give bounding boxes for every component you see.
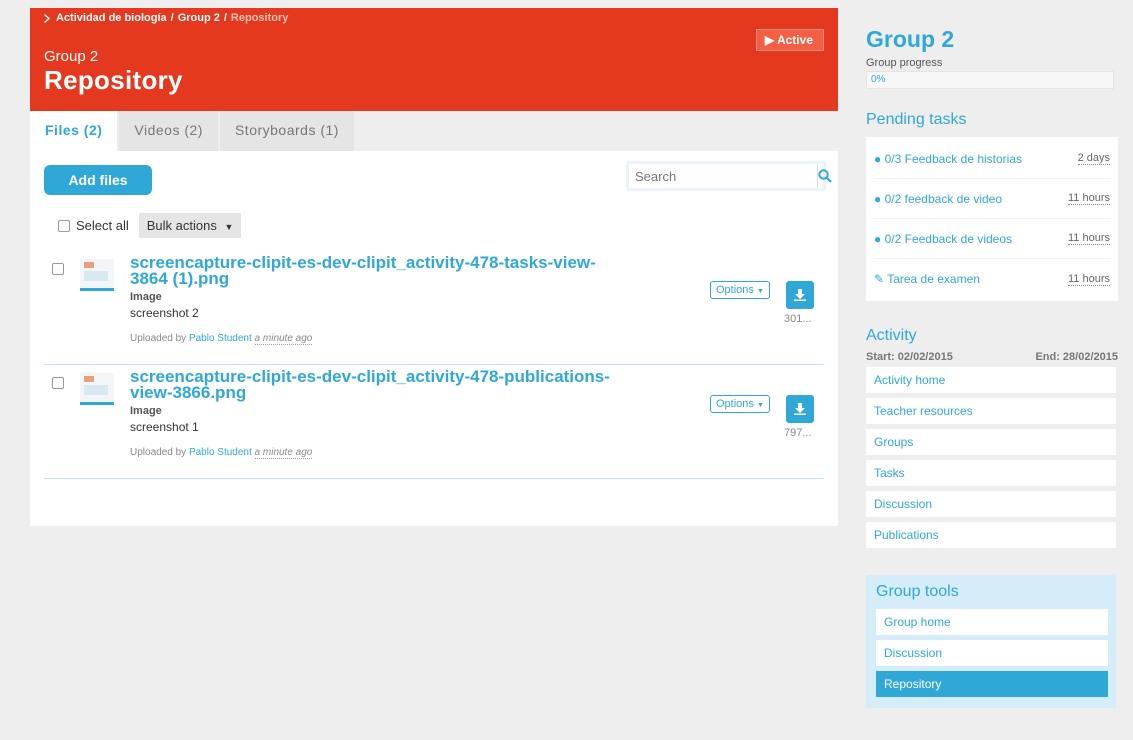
sidebar-item-activity-home[interactable]: Activity home (866, 367, 1116, 393)
tool-repository[interactable]: Repository (876, 671, 1108, 697)
caret-down-icon: ▼ (224, 222, 234, 232)
search-box (626, 161, 832, 191)
file-size: 301... (784, 313, 812, 325)
file-type: Image (130, 291, 162, 303)
upload-time: a minute ago (254, 447, 313, 459)
status-badge: ▶ Active (755, 29, 824, 51)
files-toolbar: Add files Select all Bulk actions ▼ (30, 151, 838, 251)
file-thumbnail[interactable] (80, 373, 114, 405)
select-all-label: Select all (76, 218, 129, 233)
comment-icon: ● (874, 151, 882, 166)
file-name-link[interactable]: screencapture-clipit-es-dev-clipit_activ… (130, 368, 630, 401)
group-progress-bar: 0% (866, 71, 1114, 89)
add-files-button[interactable]: Add files (44, 165, 152, 195)
bulk-actions-label: Bulk actions (146, 218, 217, 233)
download-icon (794, 289, 806, 301)
activity-dates: Start: 02/02/2015 End: 28/02/2015 (866, 351, 1118, 363)
edit-icon: ✎ (874, 272, 885, 286)
task-due: 11 hours (1068, 192, 1110, 205)
activity-end: End: 28/02/2015 (1035, 351, 1118, 363)
file-row: screencapture-clipit-es-dev-clipit_activ… (44, 365, 824, 479)
uploader-link[interactable]: Pablo Student (189, 333, 252, 344)
tab-storyboards[interactable]: Storyboards (1) (219, 111, 354, 151)
page-subtitle: Group 2 (44, 48, 99, 65)
file-description: screenshot 2 (130, 306, 199, 320)
search-icon (818, 169, 832, 183)
file-thumbnail[interactable] (80, 259, 114, 291)
file-checkbox[interactable] (52, 377, 64, 389)
activity-heading: Activity (866, 327, 917, 344)
pending-tasks-heading: Pending tasks (866, 111, 967, 128)
task-due: 11 hours (1068, 232, 1110, 245)
sidebar-item-publications[interactable]: Publications (866, 522, 1116, 548)
progress-value: 0% (871, 74, 886, 85)
task-item[interactable]: ● 0/2 feedback de video 11 hours (874, 179, 1110, 219)
task-item[interactable]: ● 0/3 Feedback de historias 2 days (874, 139, 1110, 179)
progress-label: Group progress (866, 57, 943, 69)
options-button[interactable]: Options ▼ (710, 281, 770, 299)
comment-icon: ● (874, 191, 882, 206)
group-tools-panel: Group tools Group home Discussion Reposi… (866, 575, 1116, 708)
page-title: Repository (44, 65, 183, 95)
file-type: Image (130, 405, 162, 417)
main-panel: Actividad de biología / Group 2 / Reposi… (30, 8, 838, 526)
pending-tasks-list: ● 0/3 Feedback de historias 2 days ● 0/2… (866, 137, 1118, 301)
comment-icon: ● (874, 231, 882, 246)
task-due: 11 hours (1068, 272, 1110, 286)
status-label: Active (776, 33, 813, 47)
file-meta: Uploaded by Pablo Student a minute ago (130, 447, 313, 459)
tool-discussion[interactable]: Discussion (876, 640, 1108, 666)
activity-start: Start: 02/02/2015 (866, 351, 953, 363)
file-meta: Uploaded by Pablo Student a minute ago (130, 333, 313, 345)
options-button[interactable]: Options ▼ (710, 395, 770, 413)
breadcrumb-current: Repository (230, 12, 289, 24)
upload-time: a minute ago (254, 333, 313, 345)
uploader-link[interactable]: Pablo Student (189, 447, 252, 458)
file-name-link[interactable]: screencapture-clipit-es-dev-clipit_activ… (130, 254, 630, 287)
chevron-right-icon (44, 13, 50, 23)
breadcrumb: Actividad de biología / Group 2 / Reposi… (44, 12, 824, 24)
file-row: screencapture-clipit-es-dev-clipit_activ… (44, 251, 824, 365)
task-item[interactable]: ● 0/2 Feedback de videos 11 hours (874, 219, 1110, 259)
sidebar: Group 2 Group progress 0% Pending tasks … (866, 8, 1118, 708)
page-header: Actividad de biología / Group 2 / Reposi… (30, 8, 838, 111)
sidebar-item-teacher-resources[interactable]: Teacher resources (866, 398, 1116, 424)
caret-down-icon: ▼ (756, 288, 764, 295)
bulk-actions-dropdown[interactable]: Bulk actions ▼ (138, 213, 242, 238)
tab-files[interactable]: Files (2) (30, 111, 118, 151)
file-checkbox[interactable] (52, 263, 64, 275)
sidebar-item-tasks[interactable]: Tasks (866, 460, 1116, 486)
search-input[interactable] (629, 164, 817, 188)
tab-videos[interactable]: Videos (2) (119, 111, 218, 151)
sidebar-item-groups[interactable]: Groups (866, 429, 1116, 455)
select-all-checkbox[interactable] (58, 219, 70, 232)
search-button[interactable] (817, 164, 832, 188)
download-icon (794, 403, 806, 415)
select-all-row: Select all Bulk actions ▼ (58, 213, 242, 238)
breadcrumb-group[interactable]: Group 2 (178, 12, 220, 24)
task-item[interactable]: ✎ Tarea de examen 11 hours (874, 259, 1110, 299)
group-title: Group 2 (866, 26, 955, 52)
breadcrumb-activity[interactable]: Actividad de biología (56, 12, 167, 24)
download-button[interactable] (786, 395, 814, 423)
play-icon: ▶ (764, 33, 775, 47)
task-due: 2 days (1077, 152, 1110, 165)
tool-group-home[interactable]: Group home (876, 609, 1108, 635)
download-button[interactable] (786, 281, 814, 309)
caret-down-icon: ▼ (756, 402, 764, 409)
file-description: screenshot 1 (130, 420, 199, 434)
tab-bar: Files (2) Videos (2) Storyboards (1) (30, 111, 838, 151)
file-size: 797... (784, 427, 812, 439)
sidebar-item-discussion[interactable]: Discussion (866, 491, 1116, 517)
group-tools-heading: Group tools (876, 583, 959, 600)
